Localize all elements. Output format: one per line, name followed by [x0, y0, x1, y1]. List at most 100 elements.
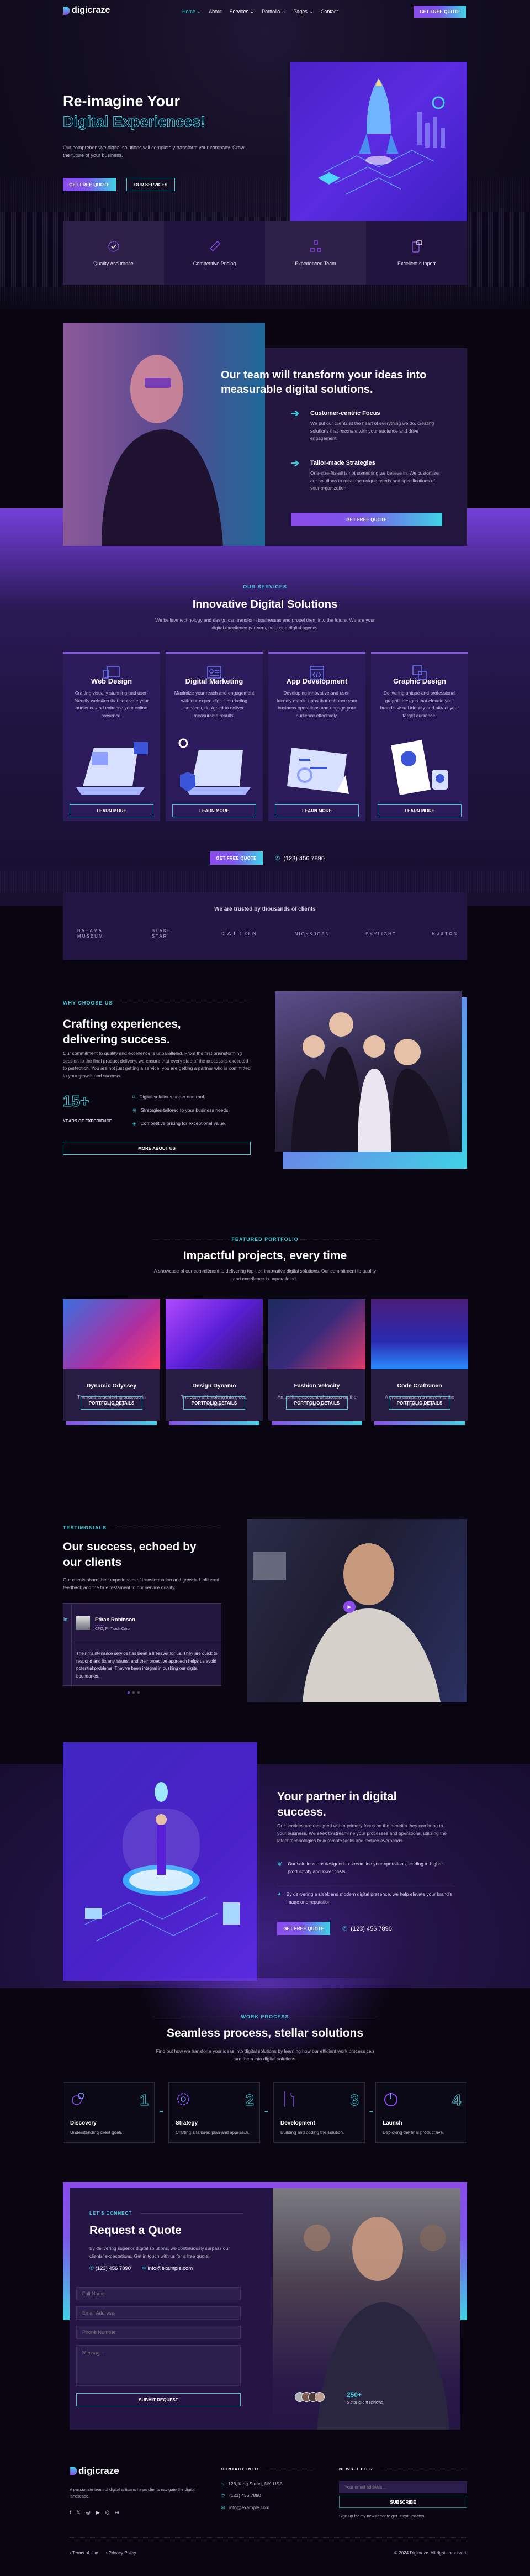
copyright: © 2024 Digicraze. All rights reserved. — [394, 2551, 467, 2556]
footer-phone[interactable]: ✆ (123) 456 7890 — [221, 2493, 283, 2499]
submit-request-button[interactable]: SUBMIT REQUEST — [76, 2393, 241, 2406]
learn-more-button[interactable]: LEARN MORE — [70, 804, 153, 817]
dashboard-icon — [207, 666, 221, 679]
step-text: Deploying the final product live. — [383, 2130, 444, 2135]
portfolio-title: Code Craftsmen — [397, 1382, 442, 1389]
newsletter-email-input[interactable] — [339, 2481, 467, 2493]
hero-rocket-illustration — [290, 62, 467, 221]
why-eyebrow: WHY CHOOSE US — [63, 1000, 113, 1006]
why-description: Our commitment to quality and excellence… — [63, 1050, 251, 1079]
divider — [140, 2213, 243, 2214]
quote-email[interactable]: ✉ info@example.com — [142, 2265, 193, 2272]
logo-icon — [70, 2467, 77, 2475]
vector-shape-icon — [412, 665, 427, 680]
hero-get-quote-button[interactable]: GET FREE QUOTE — [63, 178, 116, 191]
portfolio-details-button[interactable]: PORTFOLIO DETAILS — [81, 1396, 142, 1410]
graphic-design-illustration — [391, 740, 448, 795]
step-number: 2 — [245, 2091, 255, 2109]
step-number: 3 — [350, 2091, 359, 2109]
testimonials-description: Our clients share their experiences of t… — [63, 1577, 219, 1590]
client-logos: BAHAMA MUSEUM BLAKE STAR DALTON NICK&JOA… — [77, 928, 458, 939]
service-card-web-design: Web Design Crafting visually stunning an… — [63, 652, 160, 821]
phone-icon: ✆ — [221, 2493, 225, 2498]
gradient-bar — [272, 1421, 362, 1425]
quote-description: By delivering superior digital solutions… — [89, 2246, 230, 2259]
main-nav: Home ⌄ About Services ⌄ Portfolio ⌄ Page… — [182, 9, 346, 15]
step-title: Launch — [383, 2120, 402, 2126]
phone-input[interactable] — [76, 2326, 241, 2339]
hero-services-button[interactable]: OUR SERVICES — [126, 178, 175, 191]
partner-phone[interactable]: ✆ (123) 456 7890 — [342, 1925, 392, 1933]
arrow-right-icon: ➡ — [264, 2109, 268, 2114]
digital-marketing-illustration — [178, 738, 251, 795]
play-button[interactable]: ▶ — [343, 1601, 356, 1613]
client-logo-dalton: DALTON — [220, 930, 259, 937]
clients-title: We are trusted by thousands of clients — [214, 906, 316, 912]
more-about-us-button[interactable]: MORE ABOUT US — [63, 1142, 251, 1155]
testimonial-card: in Ethan Robinson ●●●●● CFO, FinTrack Co… — [63, 1603, 221, 1686]
portfolio-details-button[interactable]: PORTFOLIO DETAILS — [286, 1396, 348, 1410]
team-cubes-icon — [310, 240, 321, 252]
carousel-dot-active[interactable] — [128, 1691, 130, 1694]
nav-about[interactable]: About — [209, 9, 222, 15]
email-input[interactable] — [76, 2306, 241, 2320]
testimonial-video[interactable] — [247, 1519, 467, 1702]
gradient-bar — [374, 1421, 465, 1425]
client-logo-nick-joan: NICK&JOAN — [294, 931, 330, 937]
power-icon — [384, 2093, 398, 2106]
x-twitter-icon[interactable]: 𝕏 — [77, 2510, 81, 2516]
portfolio-card: Dynamic Odyssey The road to achieving su… — [63, 1299, 160, 1425]
youtube-icon[interactable]: ▶ — [96, 2510, 100, 2516]
footer-about: A passionate team of digital artisans he… — [70, 2487, 196, 2499]
learn-more-button[interactable]: LEARN MORE — [172, 804, 256, 817]
reviews-count: 250+ — [347, 2391, 362, 2399]
dribbble-icon[interactable]: ⊛ — [115, 2510, 119, 2516]
reviews-label: 5-star client reviews — [347, 2400, 384, 2405]
services-title: Innovative Digital Solutions — [192, 598, 338, 611]
privacy-policy-link[interactable]: › Privacy Policy — [106, 2551, 136, 2556]
facebook-icon[interactable]: f — [70, 2510, 71, 2516]
mail-icon: ✉ — [221, 2505, 225, 2510]
process-description: Find out how we transform your ideas int… — [156, 2048, 374, 2062]
footer-logo[interactable]: digicraze — [70, 2465, 119, 2477]
partner-get-quote-button[interactable]: GET FREE QUOTE — [277, 1922, 330, 1935]
nav-portfolio[interactable]: Portfolio ⌄ — [262, 9, 285, 15]
portfolio-details-button[interactable]: PORTFOLIO DETAILS — [389, 1396, 451, 1410]
logo[interactable]: digicraze — [63, 6, 110, 15]
carousel-dot[interactable] — [137, 1691, 140, 1694]
learn-more-button[interactable]: LEARN MORE — [275, 804, 359, 817]
learn-more-button[interactable]: LEARN MORE — [378, 804, 462, 817]
nav-services[interactable]: Services ⌄ — [230, 9, 255, 15]
nav-contact[interactable]: Contact — [321, 9, 338, 15]
client-logo-blake-star: BLAKE STAR — [151, 928, 172, 939]
service-card-app-development: App Development Developing innovative an… — [268, 652, 365, 821]
partner-point: ◕ By delivering a sleek and modern digit… — [277, 1891, 453, 1906]
phone-icon: ✆ — [342, 1926, 348, 1932]
instagram-icon[interactable]: ◎ — [86, 2510, 91, 2516]
partner-illustration — [63, 1742, 257, 1981]
subscribe-button[interactable]: SUBSCRIBE — [339, 2496, 467, 2508]
team-point-1-title: Customer-centric Focus — [310, 410, 380, 417]
github-icon[interactable]: ⌬ — [105, 2510, 110, 2516]
services-get-quote-button[interactable]: GET FREE QUOTE — [210, 851, 263, 865]
services-phone[interactable]: ✆ (123) 456 7890 — [275, 855, 325, 863]
bookmark-icon: ⌑ — [132, 1094, 135, 1100]
footer-email[interactable]: ✉ info@example.com — [221, 2505, 283, 2511]
service-text: Maximize your reach and engagement with … — [174, 690, 255, 718]
quote-phone[interactable]: ✆ (123) 456 7890 — [89, 2265, 131, 2272]
linkedin-icon[interactable]: in — [63, 1617, 67, 1622]
clients-panel — [63, 892, 467, 960]
header-get-quote-button[interactable]: GET FREE QUOTE — [414, 6, 466, 18]
play-icon: ▶ — [347, 1604, 352, 1610]
terms-of-use-link[interactable]: › Terms of Use — [70, 2551, 98, 2556]
portfolio-title: Impactful projects, every time — [183, 1249, 347, 1262]
nav-home[interactable]: Home ⌄ — [182, 9, 201, 15]
step-title: Strategy — [176, 2120, 198, 2126]
carousel-dot[interactable] — [132, 1691, 135, 1694]
nav-pages[interactable]: Pages ⌄ — [293, 9, 313, 15]
full-name-input[interactable] — [76, 2287, 241, 2300]
team-get-quote-button[interactable]: GET FREE QUOTE — [291, 513, 442, 526]
diamond-icon: ◈ — [132, 1121, 136, 1126]
portfolio-details-button[interactable]: PORTFOLIO DETAILS — [183, 1396, 245, 1410]
message-textarea[interactable] — [76, 2345, 241, 2386]
